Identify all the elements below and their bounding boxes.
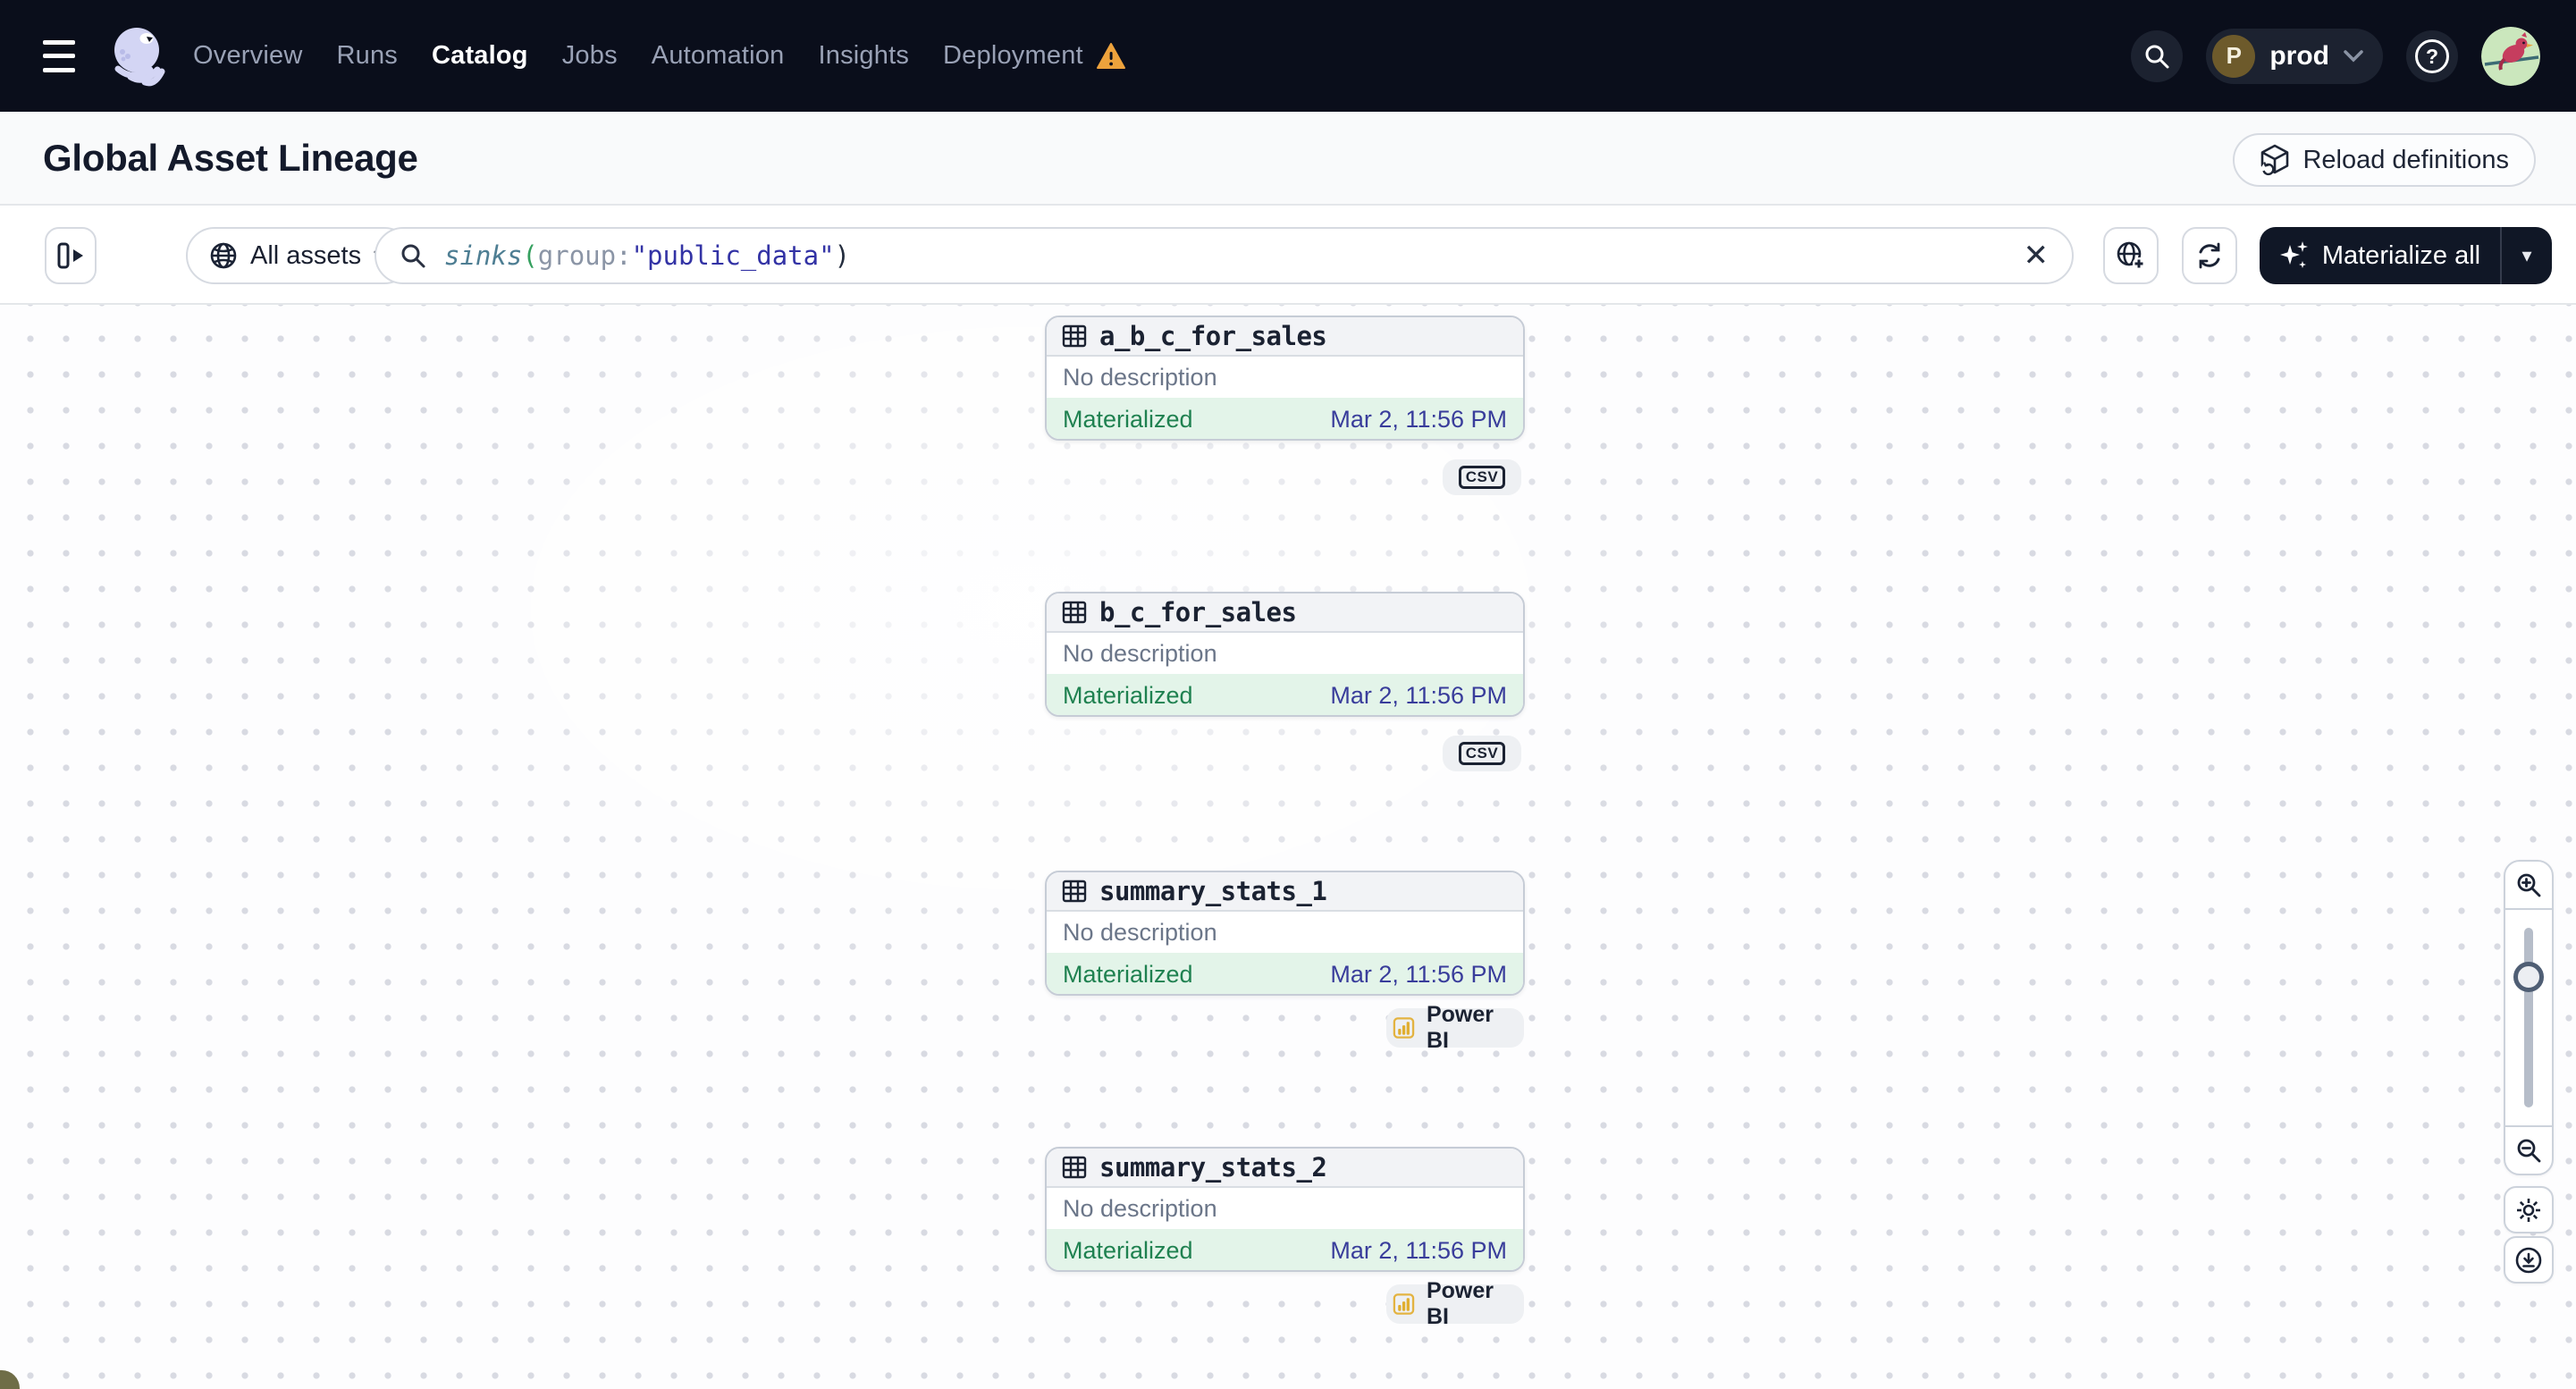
asset-description: No description — [1063, 639, 1217, 667]
asset-selection-input[interactable]: sinks ( group : "public_data" ) ✕ — [375, 227, 2074, 284]
globe-icon — [210, 242, 237, 269]
nav-item-runs[interactable]: Runs — [336, 41, 398, 71]
reload-definitions-button[interactable]: Reload definitions — [2233, 133, 2536, 187]
deployment-initial-badge: P — [2212, 34, 2256, 78]
primary-nav: Overview Runs Catalog Jobs Automation In… — [193, 41, 1126, 71]
hamburger-menu-icon[interactable] — [43, 39, 82, 72]
materialize-options-caret[interactable]: ▾ — [2500, 227, 2552, 284]
refresh-graph-button[interactable] — [2182, 227, 2237, 284]
clear-query-icon[interactable]: ✕ — [2024, 240, 2050, 271]
table-icon — [1062, 601, 1087, 624]
graph-settings-button[interactable] — [2504, 1186, 2554, 1233]
search-icon[interactable] — [2131, 29, 2184, 82]
offscreen-node-corner — [0, 1370, 20, 1389]
nav-item-deployment[interactable]: Deployment — [943, 41, 1083, 71]
powerbi-icon — [1393, 1293, 1415, 1315]
asset-selection-query: sinks ( group : "public_data" ) — [444, 240, 851, 271]
asset-status: Materialized — [1063, 405, 1193, 433]
top-nav: Overview Runs Catalog Jobs Automation In… — [0, 0, 2576, 112]
table-icon — [1062, 324, 1087, 348]
zoom-out-button[interactable] — [2505, 1127, 2552, 1174]
csv-icon: CSV — [1458, 741, 1506, 766]
asset-title: b_c_for_sales — [1099, 597, 1297, 627]
csv-icon: CSV — [1458, 465, 1506, 490]
nav-item-jobs[interactable]: Jobs — [562, 41, 618, 71]
download-image-button[interactable] — [2504, 1236, 2554, 1284]
lineage-toolbar: All assets sinks ( group : "public_data"… — [0, 206, 2576, 305]
asset-timestamp[interactable]: Mar 2, 11:56 PM — [1330, 1237, 1507, 1265]
zoom-slider[interactable] — [2505, 908, 2552, 1127]
asset-title: summary_stats_1 — [1099, 876, 1327, 906]
asset-description: No description — [1063, 363, 1217, 391]
help-icon[interactable]: ? — [2406, 29, 2458, 82]
add-selection-syntax-button[interactable] — [2103, 227, 2159, 284]
gear-icon — [2517, 1198, 2540, 1222]
sparkles-icon — [2279, 241, 2308, 268]
top-nav-right: P prod ? — [2131, 26, 2540, 86]
asset-node-b_c_for_sales[interactable]: b_c_for_sales No description Materialize… — [1045, 592, 1525, 717]
open-left-panel-button[interactable] — [45, 227, 97, 284]
zoom-controls — [2504, 860, 2554, 1175]
asset-title: summary_stats_2 — [1099, 1152, 1327, 1183]
asset-status: Materialized — [1063, 1236, 1193, 1264]
powerbi-icon — [1393, 1017, 1415, 1039]
svg-text:?: ? — [2426, 45, 2438, 68]
powerbi-label: Power BI — [1426, 1002, 1494, 1053]
kind-badge-powerbi: Power BI — [1386, 1002, 1524, 1053]
zoom-slider-track[interactable] — [2524, 928, 2533, 1107]
user-avatar[interactable] — [2481, 26, 2540, 86]
page-header: Global Asset Lineage Reload definitions — [0, 112, 2576, 206]
deployment-name: prod — [2269, 40, 2329, 71]
materialize-all-label: Materialize all — [2321, 240, 2481, 270]
kind-badge-csv: CSV — [1443, 459, 1521, 495]
chevron-down-icon — [2344, 49, 2363, 62]
powerbi-label: Power BI — [1426, 1278, 1494, 1329]
asset-timestamp[interactable]: Mar 2, 11:56 PM — [1330, 406, 1507, 434]
kind-badge-powerbi: Power BI — [1386, 1278, 1524, 1329]
reload-definitions-label: Reload definitions — [2302, 145, 2509, 174]
dagster-logo-icon[interactable] — [107, 23, 170, 89]
asset-title: a_b_c_for_sales — [1099, 321, 1327, 351]
zoom-in-button[interactable] — [2505, 862, 2552, 908]
nav-item-catalog[interactable]: Catalog — [432, 41, 528, 71]
asset-status: Materialized — [1063, 960, 1193, 988]
kind-badge-csv: CSV — [1443, 736, 1521, 771]
asset-timestamp[interactable]: Mar 2, 11:56 PM — [1330, 961, 1507, 989]
lineage-canvas[interactable]: a_b_c_for_sales No description Materiali… — [0, 305, 2576, 1389]
nav-item-insights[interactable]: Insights — [818, 41, 909, 71]
table-icon — [1062, 1156, 1087, 1179]
nav-item-overview[interactable]: Overview — [193, 41, 302, 71]
materialize-all-button[interactable]: Materialize all — [2260, 227, 2500, 284]
zoom-slider-handle[interactable] — [2513, 962, 2544, 992]
materialize-all-split-button: Materialize all ▾ — [2260, 227, 2552, 284]
reload-cube-icon — [2261, 144, 2289, 176]
deployment-warning-icon[interactable] — [1096, 42, 1126, 71]
search-icon — [401, 244, 425, 268]
asset-node-a_b_c_for_sales[interactable]: a_b_c_for_sales No description Materiali… — [1045, 316, 1525, 441]
download-icon — [2515, 1247, 2542, 1273]
table-icon — [1062, 880, 1087, 903]
page-title: Global Asset Lineage — [43, 136, 418, 179]
asset-node-summary_stats_2[interactable]: summary_stats_2 No description Materiali… — [1045, 1147, 1525, 1272]
asset-description: No description — [1063, 918, 1217, 946]
asset-node-summary_stats_1[interactable]: summary_stats_1 No description Materiali… — [1045, 871, 1525, 996]
asset-timestamp[interactable]: Mar 2, 11:56 PM — [1330, 682, 1507, 710]
asset-description: No description — [1063, 1194, 1217, 1222]
asset-status: Materialized — [1063, 681, 1193, 709]
nav-item-automation[interactable]: Automation — [652, 41, 785, 71]
asset-scope-label: All assets — [250, 240, 362, 270]
deployment-switcher[interactable]: P prod — [2206, 28, 2383, 84]
